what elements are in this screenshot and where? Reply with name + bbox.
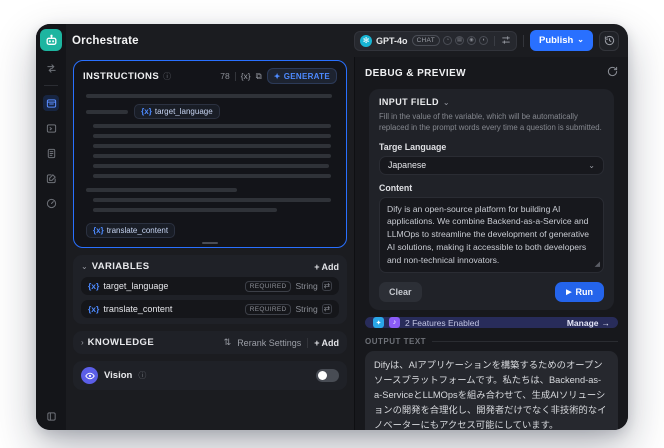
output-text: Difyは、AIアプリケーションを構築するためのオープンソースプラットフォームで… — [365, 351, 618, 430]
variable-tag[interactable]: {x} target_language — [134, 104, 220, 119]
model-mode-badge: CHAT — [411, 35, 440, 46]
required-badge: REQUIRED — [244, 303, 292, 315]
target-language-label: Targe Language — [379, 141, 447, 152]
knowledge-title: KNOWLEDGE — [87, 337, 155, 348]
chevron-down-icon[interactable]: ⌄ — [443, 98, 450, 107]
model-selector[interactable]: ✻ GPT-4o CHAT ◔ ▤ ◉ ◖ — [354, 30, 517, 51]
generate-button[interactable]: ✦ GENERATE — [266, 68, 337, 84]
capability-badge-icon: ◖ — [478, 36, 488, 45]
header-divider — [234, 71, 236, 81]
variable-row[interactable]: {x} translate_content REQUIRED String ⇄ — [81, 300, 339, 318]
capability-badge-icon: ◉ — [466, 36, 476, 45]
plus-icon: + — [314, 337, 320, 348]
generate-label: GENERATE — [283, 71, 330, 81]
required-badge: REQUIRED — [244, 280, 292, 292]
vision-card: Vision ⓘ — [73, 361, 347, 390]
vision-toggle[interactable] — [316, 369, 339, 382]
knowledge-card: › KNOWLEDGE ⇅ Rerank Settings + Add — [73, 331, 347, 354]
variable-icon: {x} — [93, 226, 104, 235]
app-logo-robot-icon[interactable] — [40, 29, 62, 51]
sidebar-item-annotations[interactable] — [43, 170, 59, 186]
target-language-select[interactable]: Japanese ⌄ — [379, 155, 604, 175]
pill-divider — [493, 35, 495, 46]
page-title: Orchestrate — [72, 34, 139, 47]
input-field-title: INPUT FIELD — [379, 97, 439, 107]
clear-button[interactable]: Clear — [379, 282, 422, 303]
rerank-icon: ⇅ — [223, 337, 232, 347]
variables-card: ⌄ VARIABLES + Add {x} target_language RE… — [73, 255, 347, 324]
top-bar: Orchestrate ✻ GPT-4o CHAT ◔ ▤ ◉ ◖ Publis… — [66, 24, 628, 57]
orchestrate-column: INSTRUCTIONS ⓘ 78 {x} ⧉ ✦ GENERATE {x} t… — [66, 57, 354, 430]
chevron-down-icon[interactable]: ⌄ — [81, 262, 88, 271]
collapse-sidebar-icon[interactable] — [43, 408, 59, 424]
content-area: INSTRUCTIONS ⓘ 78 {x} ⧉ ✦ GENERATE {x} t… — [66, 57, 628, 430]
change-type-icon[interactable]: ⇄ — [321, 304, 332, 314]
add-variable-button[interactable]: + Add — [314, 262, 339, 272]
openai-logo-icon: ✻ — [360, 34, 373, 47]
app-window: Orchestrate ✻ GPT-4o CHAT ◔ ▤ ◉ ◖ Publis… — [36, 24, 628, 430]
plus-icon: + — [314, 261, 320, 272]
debug-panel: DEBUG & PREVIEW INPUT FIELD ⌄ Fill in th… — [354, 57, 628, 430]
output-divider — [432, 341, 618, 343]
sparkle-icon: ✦ — [273, 71, 281, 81]
resize-handle[interactable] — [202, 242, 218, 244]
instructions-panel[interactable]: INSTRUCTIONS ⓘ 78 {x} ⧉ ✦ GENERATE {x} t… — [73, 60, 347, 248]
publish-label: Publish — [538, 35, 574, 46]
add-knowledge-button[interactable]: + Add — [314, 338, 339, 348]
features-enabled-text: 2 Features Enabled — [405, 317, 480, 328]
prompt-editor[interactable]: {x} target_language {x} translate_conten… — [83, 84, 337, 238]
topbar-divider — [522, 34, 524, 47]
chevron-down-icon: ⌄ — [588, 160, 595, 170]
content-textarea[interactable]: Dify is an open-source platform for buil… — [379, 196, 604, 274]
instructions-header: INSTRUCTIONS ⓘ 78 {x} ⧉ ✦ GENERATE — [83, 68, 337, 84]
info-icon: ⓘ — [163, 71, 172, 81]
sidebar-item-orchestrate[interactable] — [43, 95, 59, 111]
sidebar-divider — [44, 85, 58, 86]
variable-icon: {x} — [88, 304, 100, 314]
instructions-title: INSTRUCTIONS — [83, 70, 160, 82]
arrow-right-icon: → — [601, 317, 611, 328]
version-history-button[interactable] — [599, 30, 619, 51]
debug-title: DEBUG & PREVIEW — [365, 67, 467, 79]
manage-features-link[interactable]: Manage → — [567, 318, 610, 328]
sidebar-item-logs[interactable] — [43, 145, 59, 161]
copy-icon[interactable]: ⧉ — [256, 71, 262, 82]
sidebar — [36, 24, 66, 430]
features-bar[interactable]: ✦ ♪ 2 Features Enabled Manage → — [365, 317, 618, 329]
eye-icon — [81, 367, 98, 384]
chevron-down-icon: ⌄ — [577, 35, 584, 44]
vision-label: Vision — [104, 370, 133, 381]
capability-badge-icon: ◔ — [442, 36, 452, 45]
variable-tag[interactable]: {x} translate_content — [86, 223, 176, 238]
variable-icon: {x} — [88, 281, 100, 291]
char-count: 78 — [220, 71, 230, 81]
info-icon: ⓘ — [138, 371, 147, 380]
capability-badge-icon: ▤ — [454, 36, 464, 45]
variable-row[interactable]: {x} target_language REQUIRED String ⇄ — [81, 277, 339, 295]
publish-button[interactable]: Publish ⌄ — [529, 30, 593, 51]
model-settings-icon[interactable] — [43, 60, 59, 76]
model-name: GPT-4o — [376, 35, 408, 46]
input-field-card: INPUT FIELD ⌄ Fill in the value of the v… — [369, 89, 614, 311]
model-params-icon[interactable] — [501, 32, 511, 50]
feature-tts-icon: ♪ — [389, 317, 400, 329]
rerank-settings-button[interactable]: Rerank Settings — [237, 338, 301, 348]
run-button[interactable]: ▶ Run — [555, 282, 604, 303]
variables-title: VARIABLES — [91, 261, 150, 272]
resize-grip-icon[interactable]: ◢ — [595, 260, 600, 271]
play-icon: ▶ — [566, 289, 572, 297]
refresh-icon[interactable] — [607, 64, 618, 82]
feature-sparkle-icon: ✦ — [373, 317, 384, 329]
content-label: Content — [379, 182, 413, 193]
sidebar-item-preview[interactable] — [43, 120, 59, 136]
main-area: Orchestrate ✻ GPT-4o CHAT ◔ ▤ ◉ ◖ Publis… — [66, 24, 628, 430]
input-field-description: Fill in the value of the variable, which… — [379, 112, 602, 133]
divider — [307, 337, 309, 348]
variable-icon: {x} — [141, 107, 152, 116]
chevron-right-icon[interactable]: › — [81, 338, 84, 347]
insert-variable-icon[interactable]: {x} — [241, 71, 251, 81]
sidebar-item-monitoring[interactable] — [43, 195, 59, 211]
change-type-icon[interactable]: ⇄ — [321, 281, 332, 291]
output-text-title: OUTPUT TEXT — [365, 337, 427, 347]
